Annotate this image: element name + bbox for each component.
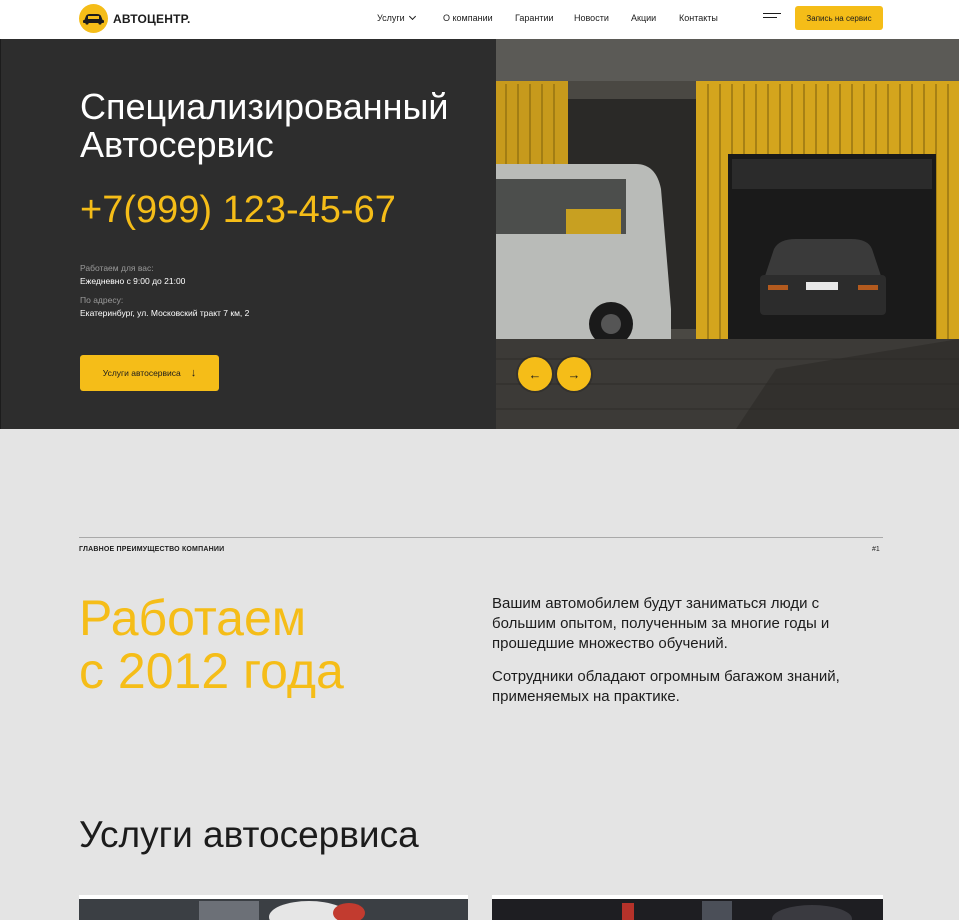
book-service-button[interactable]: Запись на сервис [795, 6, 883, 30]
nav-item-promotions[interactable]: Акции [631, 13, 656, 23]
nav-label: Услуги [377, 13, 405, 23]
service-card-image [492, 895, 883, 920]
slider-next-button[interactable]: → [557, 357, 591, 391]
phone-number[interactable]: +7(999) 123-45-67 [80, 189, 396, 232]
car-logo-icon [79, 4, 108, 33]
advantage-headline: Работаем с 2012 года [79, 592, 344, 698]
advantage-paragraph: Вашим автомобилем будут заниматься люди … [492, 595, 830, 652]
hero-title: Специализированный Автосервис [80, 88, 490, 164]
address-label: По адресу: [80, 295, 124, 305]
nav-item-services[interactable]: Услуги [377, 12, 416, 23]
hours-label: Работаем для вас: [80, 263, 154, 273]
nav-item-news[interactable]: Новости [574, 13, 609, 23]
site-header: АВТОЦЕНТР. Услуги О компании Гарантии Но… [0, 0, 959, 39]
hero-title-line: Специализированный [80, 86, 449, 127]
nav-item-contacts[interactable]: Контакты [679, 13, 718, 23]
service-card-image [79, 895, 468, 920]
arrow-right-icon: → [567, 366, 581, 382]
nav-item-about[interactable]: О компании [443, 13, 493, 23]
advantage-label: ГЛАВНОЕ ПРЕИМУЩЕСТВО КОМПАНИИ [79, 546, 225, 553]
services-title: Услуги автосервиса [79, 814, 419, 855]
advantage-paragraph: Сотрудники обладают огромным багажом зна… [492, 668, 840, 705]
hero-title-line: Автосервис [80, 124, 274, 165]
logo[interactable]: АВТОЦЕНТР. [79, 4, 191, 33]
advantage-headline-line: с 2012 года [79, 643, 344, 699]
service-card[interactable] [79, 895, 468, 920]
services-button[interactable]: Услуги автосервиса ↓ [80, 355, 219, 391]
hero-image: ← → [496, 39, 959, 429]
divider [79, 537, 883, 538]
arrow-down-icon: ↓ [190, 367, 197, 379]
address-value: Екатеринбург, ул. Московский тракт 7 км,… [80, 308, 250, 318]
nav-item-guarantees[interactable]: Гарантии [515, 13, 554, 23]
hero-info-panel: Специализированный Автосервис +7(999) 12… [0, 39, 496, 429]
logo-text: АВТОЦЕНТР. [113, 11, 191, 26]
chevron-down-icon [408, 12, 416, 21]
arrow-left-icon: ← [528, 366, 542, 382]
services-button-label: Услуги автосервиса [102, 368, 181, 378]
hero-section: Специализированный Автосервис +7(999) 12… [0, 39, 959, 429]
menu-icon[interactable] [763, 13, 781, 22]
advantage-number: #1 [872, 546, 880, 553]
slider-prev-button[interactable]: ← [518, 357, 552, 391]
service-card[interactable] [492, 895, 883, 920]
advantage-headline-line: Работаем [79, 590, 307, 646]
hours-value: Ежедневно с 9:00 до 21:00 [80, 276, 186, 286]
